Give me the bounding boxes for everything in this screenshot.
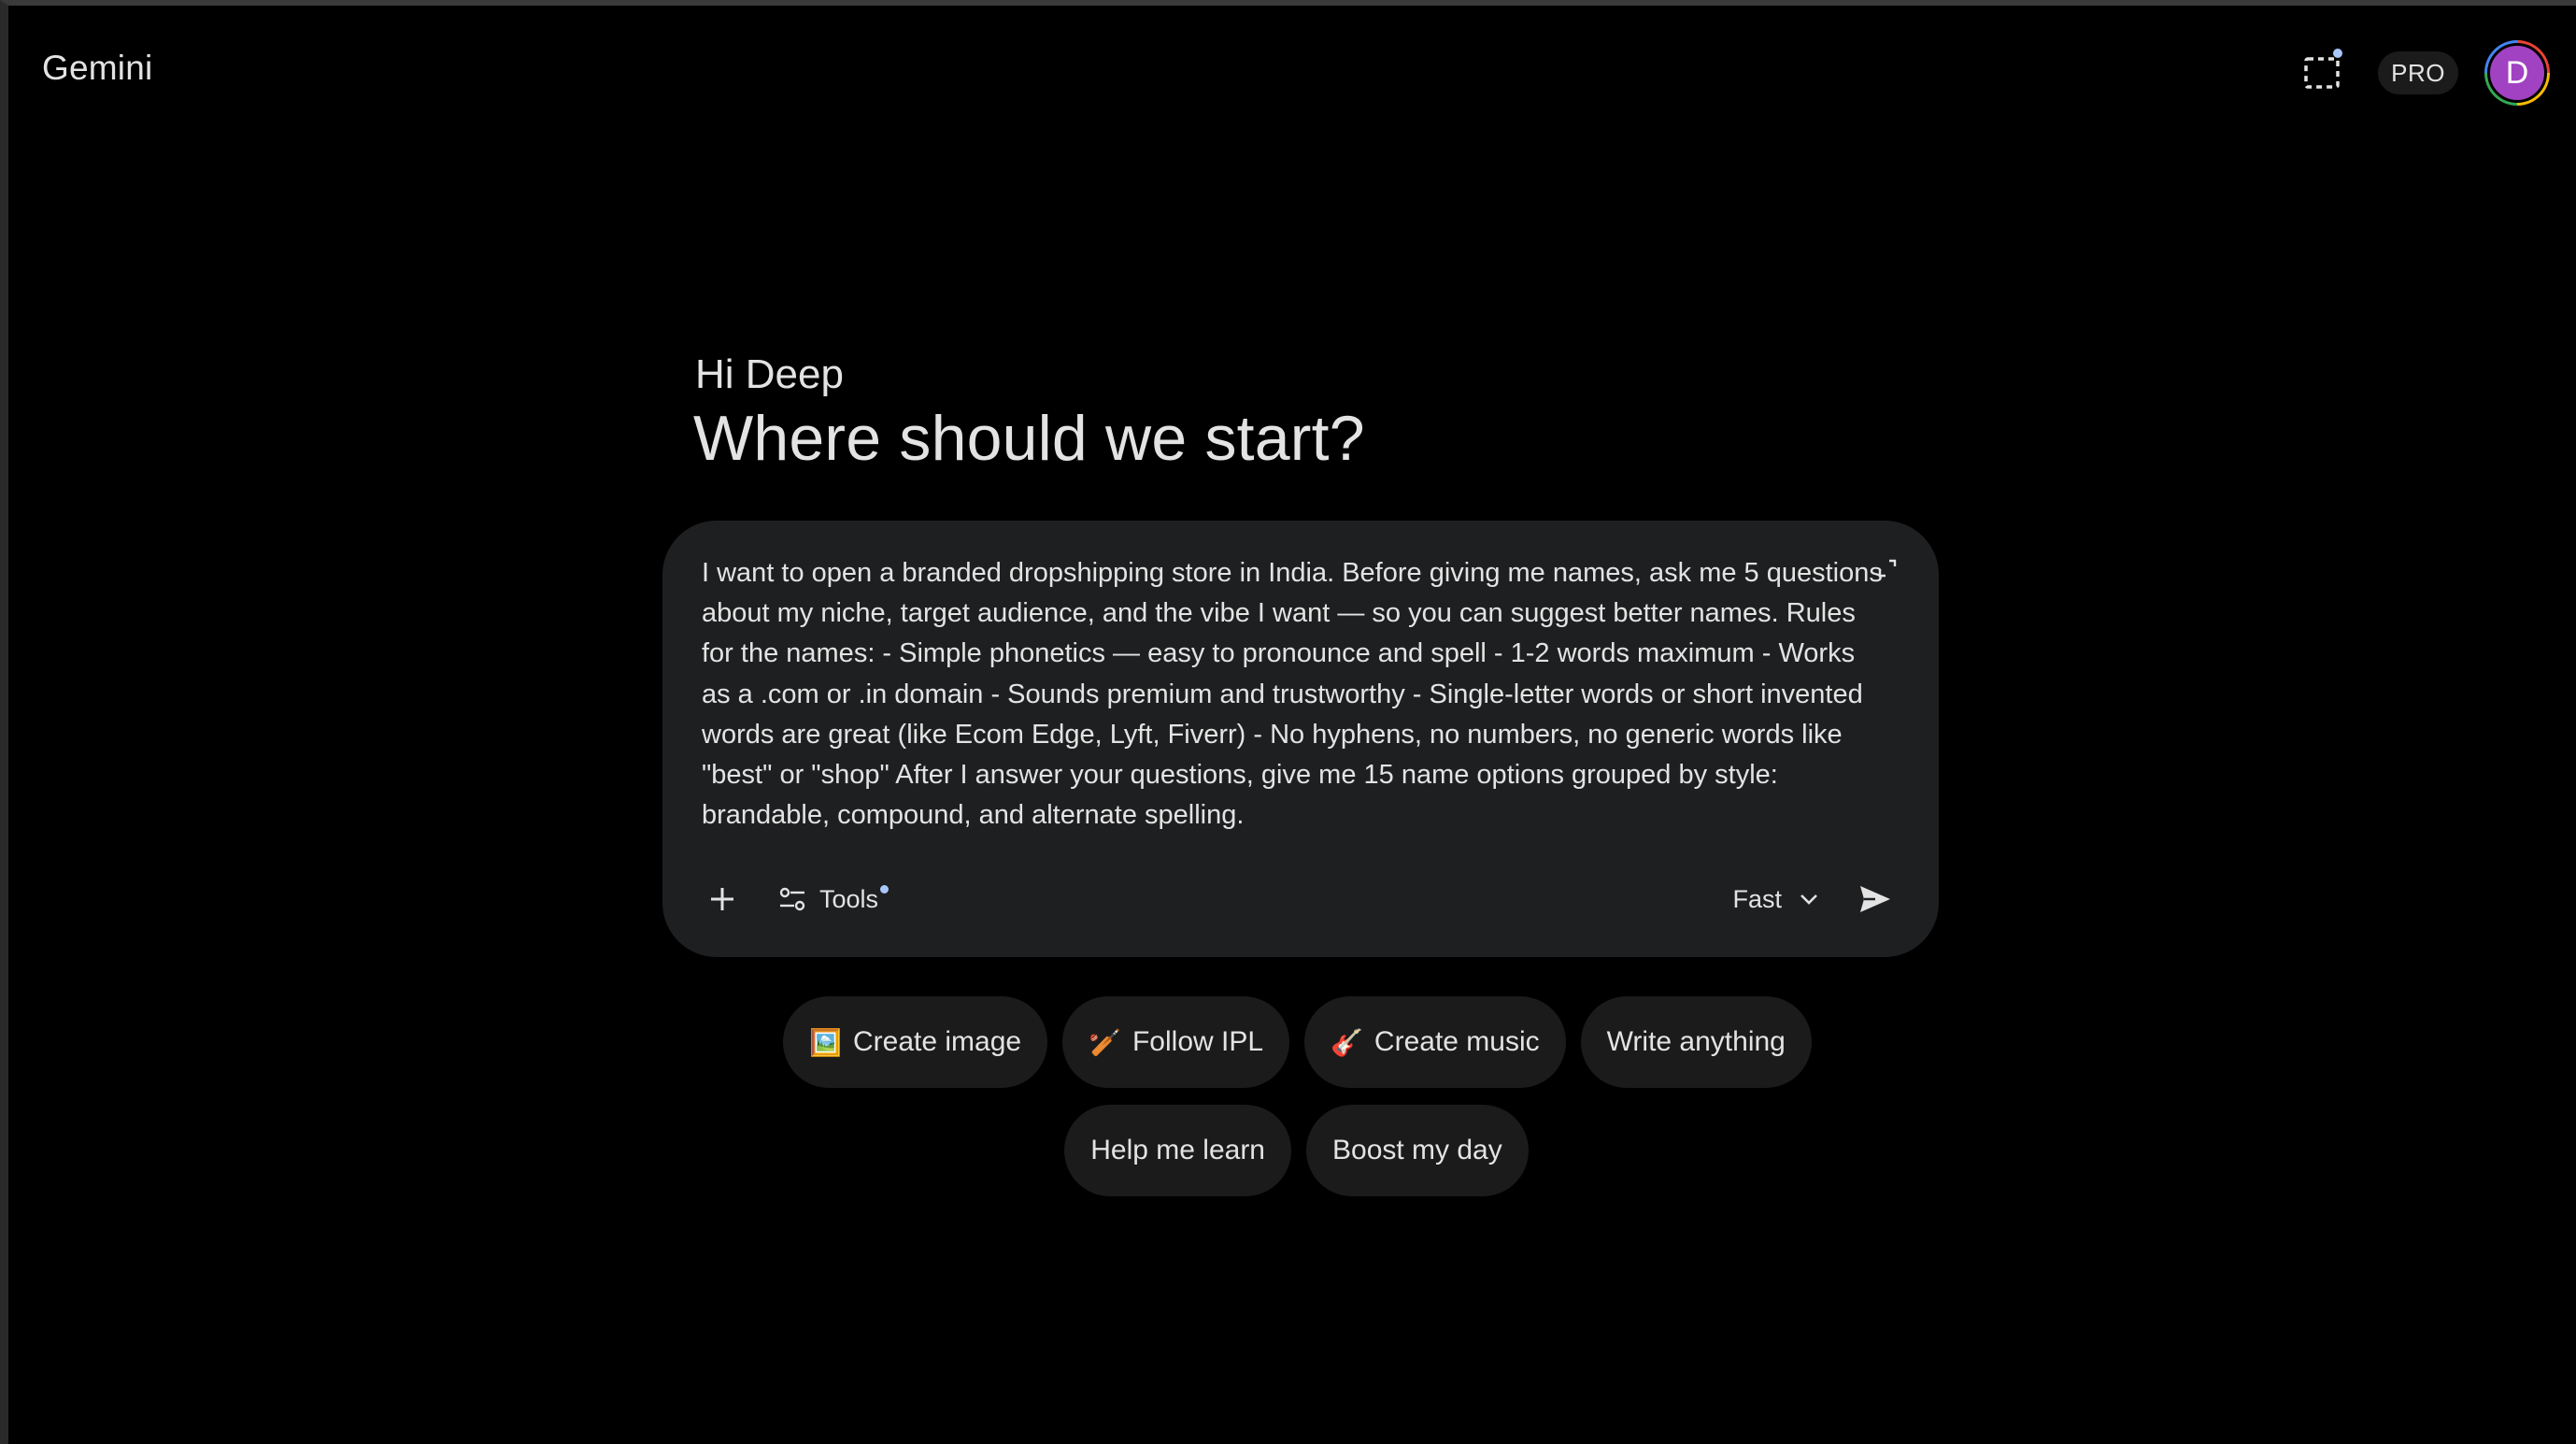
guitar-icon: 🎸 [1331, 1026, 1363, 1058]
top-right-actions: PRO D [2292, 40, 2550, 106]
chip-write-anything[interactable]: Write anything [1580, 996, 1812, 1088]
expand-icon [1878, 559, 1897, 578]
tune-icon [779, 887, 805, 911]
chevron-down-icon [1800, 894, 1817, 905]
chip-help-me-learn[interactable]: Help me learn [1064, 1105, 1291, 1196]
suggestion-chips: 🖼️ Create image 🏏 Follow IPL 🎸 Create mu… [8, 996, 2576, 1213]
account-button[interactable]: D [2484, 40, 2550, 106]
add-attachment-button[interactable] [696, 873, 748, 925]
chip-label: Help me learn [1090, 1135, 1265, 1165]
prompt-composer: I want to open a branded dropshipping st… [662, 521, 1939, 957]
chip-label: Write anything [1606, 1026, 1786, 1057]
model-mode-selector[interactable]: Fast [1732, 873, 1819, 925]
suggestion-row: 🖼️ Create image 🏏 Follow IPL 🎸 Create mu… [8, 996, 2576, 1088]
avatar: D [2487, 43, 2547, 103]
screen-capture-button[interactable] [2292, 43, 2352, 103]
send-button[interactable] [1849, 873, 1901, 925]
chip-boost-my-day[interactable]: Boost my day [1306, 1105, 1529, 1196]
send-icon [1860, 886, 1890, 912]
prompt-input[interactable]: I want to open a branded dropshipping st… [702, 553, 1888, 836]
screen-capture-icon [2304, 57, 2340, 89]
chip-create-image[interactable]: 🖼️ Create image [783, 996, 1048, 1088]
app-window: Gemini PRO D Hi Deep Where should we sta… [0, 0, 2576, 1444]
mode-label: Fast [1732, 884, 1782, 913]
chip-label: Follow IPL [1131, 1026, 1264, 1057]
chip-label: Boost my day [1332, 1135, 1502, 1165]
chip-label: Create image [853, 1026, 1022, 1057]
greeting: Hi Deep [695, 351, 844, 397]
page-title: Where should we start? [693, 403, 1365, 474]
tools-button[interactable]: Tools [778, 873, 890, 925]
notification-dot [2333, 49, 2343, 58]
composer-toolbar: Tools Fast [662, 873, 1939, 925]
image-icon: 🖼️ [809, 1026, 843, 1058]
tools-new-dot [880, 884, 890, 894]
chip-create-music[interactable]: 🎸 Create music [1304, 996, 1566, 1088]
pro-badge[interactable]: PRO [2378, 51, 2458, 94]
plus-icon [711, 888, 733, 910]
chip-label: Create music [1373, 1026, 1540, 1057]
suggestion-row: Help me learn Boost my day [8, 1105, 2576, 1196]
chip-follow-ipl[interactable]: 🏏 Follow IPL [1062, 996, 1290, 1088]
brand-logo[interactable]: Gemini [42, 49, 152, 88]
expand-button[interactable] [1873, 554, 1901, 582]
tools-label: Tools [819, 884, 879, 913]
cricket-icon: 🏏 [1089, 1026, 1121, 1058]
